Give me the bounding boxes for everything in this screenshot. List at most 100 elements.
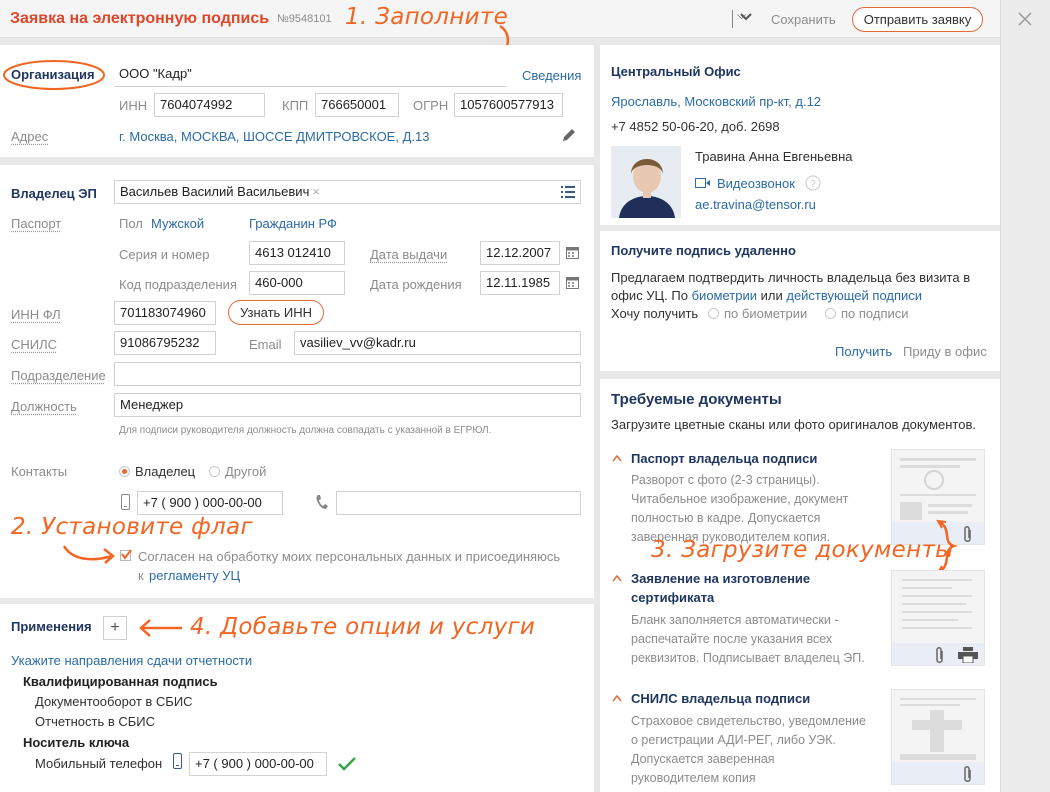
contacts-label: Контакты: [11, 464, 68, 479]
signature-radio-label: по подписи: [841, 306, 909, 321]
office-title: Центральный Офис: [611, 64, 741, 79]
calendar-icon[interactable]: [566, 246, 579, 259]
consent-prefix: к: [138, 568, 144, 583]
inn-fl-field[interactable]: 701183074960: [114, 301, 216, 325]
birth-date-field[interactable]: 12.11.1985: [480, 271, 560, 295]
regulation-link[interactable]: регламенту УЦ: [149, 568, 240, 583]
radio-empty: [825, 308, 836, 319]
org-inn-label: ИНН: [119, 98, 148, 113]
find-inn-button[interactable]: Узнать ИНН: [228, 300, 324, 325]
biometrics-link[interactable]: биометрии: [692, 288, 757, 303]
contact-owner-radio[interactable]: Владелец: [119, 464, 195, 479]
mobile-phone-icon: [173, 753, 182, 769]
list-icon[interactable]: [561, 186, 575, 198]
close-panel: [1000, 0, 1050, 792]
position-label: Должность: [11, 399, 77, 414]
phone2-field[interactable]: [336, 491, 581, 515]
snils-field[interactable]: 91086795232: [114, 331, 216, 355]
sex-select[interactable]: Мужской: [151, 216, 204, 231]
doc2-title-line2[interactable]: сертификата: [631, 588, 714, 607]
doc1-line3: полностью в кадре. Допускается: [631, 511, 821, 525]
owner-name-field[interactable]: Васильев Василий Васильевич ×: [114, 180, 581, 204]
report-directions-link[interactable]: Укажите направления сдачи отчетности: [11, 653, 252, 668]
code-field[interactable]: 460-000: [249, 271, 345, 295]
hint-arrow-2: [62, 545, 115, 564]
mobile-label: Мобильный телефон: [35, 756, 163, 771]
position-field[interactable]: Менеджер: [114, 393, 581, 417]
inn-fl-label: ИНН ФЛ: [11, 307, 61, 322]
email-field[interactable]: vasiliev_vv@kadr.ru: [294, 331, 581, 355]
doc1-line2: Читабельное изображение, документ: [631, 492, 849, 506]
snils-label: СНИЛС: [11, 337, 58, 352]
org-ogrn-field[interactable]: 1057600577913: [454, 93, 563, 117]
applications-label: Применения: [11, 619, 92, 634]
remote-text-part: офис УЦ. По: [611, 288, 688, 303]
paperclip-icon[interactable]: [962, 526, 974, 544]
code-label: Код подразделения: [119, 277, 237, 292]
signature-radio[interactable]: по подписи: [825, 306, 909, 321]
paperclip-icon[interactable]: [934, 647, 946, 665]
phone-field[interactable]: +7 ( 900 ) 000-00-00: [137, 491, 283, 515]
snils-thumbnail[interactable]: [891, 689, 985, 785]
get-button[interactable]: Получить: [835, 344, 892, 359]
org-kpp-field[interactable]: 766650001: [315, 93, 399, 117]
chevron-up-icon[interactable]: [612, 574, 622, 582]
biometrics-radio[interactable]: по биометрии: [708, 306, 807, 321]
doc1-title[interactable]: Паспорт владельца подписи: [631, 449, 817, 468]
app-item-reporting: Отчетность в СБИС: [35, 714, 156, 729]
chevron-down-icon[interactable]: [739, 12, 753, 22]
header-divider: [732, 10, 733, 28]
chevron-up-icon[interactable]: [612, 694, 622, 702]
clear-icon[interactable]: ×: [312, 184, 320, 199]
manager-email-link[interactable]: ae.travina@tensor.ru: [695, 197, 816, 212]
hint-arrow-4: [139, 619, 182, 637]
citizenship-select[interactable]: Гражданин РФ: [249, 216, 337, 231]
series-field[interactable]: 4613 012410: [249, 241, 345, 265]
check-icon: [338, 757, 356, 771]
office-address-link[interactable]: Ярославль, Московский пр-кт, д.12: [611, 94, 821, 109]
want-label: Хочу получить: [611, 306, 699, 321]
doc2-line2: распечатайте после указания всех: [631, 632, 833, 646]
printer-icon[interactable]: [958, 647, 978, 663]
contact-owner-label: Владелец: [135, 464, 196, 479]
close-icon[interactable]: [1018, 12, 1032, 26]
hint-arrow-3: [936, 519, 958, 574]
org-ogrn-label: ОГРН: [413, 98, 449, 113]
remote-text-line1: Предлагаем подтвердить личность владельц…: [611, 270, 971, 285]
org-info-link[interactable]: Сведения: [522, 68, 581, 83]
send-request-button[interactable]: Отправить заявку: [852, 7, 983, 32]
department-field[interactable]: [114, 362, 581, 386]
doc3-line1: Страховое свидетельство, уведомление: [631, 714, 866, 728]
application-thumbnail[interactable]: [891, 570, 985, 666]
passport-preview: [900, 458, 976, 520]
org-inn-field[interactable]: 7604074992: [154, 93, 265, 117]
video-call-link[interactable]: Видеозвонок: [717, 176, 795, 191]
org-name-field[interactable]: ООО "Кадр": [114, 63, 507, 87]
paperclip-icon[interactable]: [962, 766, 974, 784]
save-button[interactable]: Сохранить: [771, 12, 836, 27]
office-phone: +7 4852 50-06-20, доб. 2698: [611, 119, 780, 134]
passport-label: Паспорт: [11, 216, 62, 231]
pencil-icon[interactable]: [561, 127, 577, 143]
doc2-title-line1[interactable]: Заявление на изготовление: [631, 569, 810, 588]
remote-text-line2: офис УЦ. По биометрии или действующей по…: [611, 288, 922, 303]
chevron-up-icon[interactable]: [612, 454, 622, 462]
radio-empty: [708, 308, 719, 319]
application-preview: [902, 579, 972, 629]
help-icon[interactable]: ?: [805, 175, 821, 191]
owner-name-value: Васильев Василий Васильевич: [120, 184, 310, 199]
mobile-field[interactable]: +7 ( 900 ) 000-00-00: [189, 752, 327, 776]
doc2-line3: реквизитов. Подписывает владелец ЭП.: [631, 651, 865, 665]
contact-other-radio[interactable]: Другой: [209, 464, 266, 479]
doc3-title[interactable]: СНИЛС владельца подписи: [631, 689, 810, 708]
radio-empty: [209, 466, 220, 477]
add-option-button[interactable]: +: [103, 616, 127, 640]
doc1-line1: Разворот с фото (2-3 страницы).: [631, 473, 820, 487]
issue-date-field[interactable]: 12.12.2007: [480, 241, 560, 265]
manager-name: Травина Анна Евгеньевна: [695, 149, 853, 164]
come-to-office-button[interactable]: Приду в офис: [903, 344, 987, 359]
page-title: Заявка на электронную подпись: [10, 10, 270, 27]
existing-signature-link[interactable]: действующей подписи: [786, 288, 922, 303]
org-address-link[interactable]: г. Москва, МОСКВА, ШОССЕ ДМИТРОВСКОЕ, Д.…: [119, 129, 429, 144]
calendar-icon[interactable]: [566, 276, 579, 289]
